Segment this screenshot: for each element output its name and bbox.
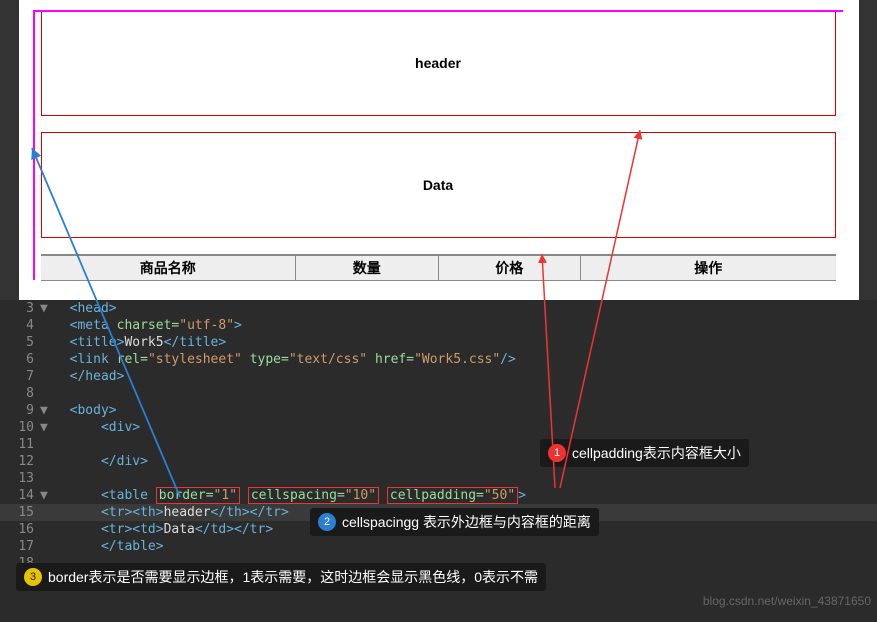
attr-cellpadding-box: cellpadding="50" xyxy=(387,487,518,504)
fold-icon[interactable]: ▼ xyxy=(40,300,54,317)
annotation-3: 3 border表示是否需要显示边框，1表示需要，这时边框会显示黑色线，0表示不… xyxy=(16,563,546,591)
columns-row: 商品名称 数量 价格 操作 xyxy=(41,254,836,281)
highlight-left xyxy=(33,10,35,280)
watermark: blog.csdn.net/weixin_43871650 xyxy=(703,594,871,608)
annotation-1: 1 cellpadding表示内容框大小 xyxy=(540,439,749,467)
col-name: 商品名称 xyxy=(41,256,297,280)
col-qty: 数量 xyxy=(296,256,438,280)
fold-icon[interactable]: ▼ xyxy=(40,487,54,504)
badge-3-icon: 3 xyxy=(24,568,42,586)
highlight-top xyxy=(33,10,843,12)
col-price: 价格 xyxy=(439,256,581,280)
badge-2-icon: 2 xyxy=(318,513,336,531)
col-action: 操作 xyxy=(581,256,836,280)
annotation-2: 2 cellspacingg 表示外边框与内容框的距离 xyxy=(310,508,599,536)
badge-1-icon: 1 xyxy=(548,444,566,462)
fold-icon[interactable]: ▼ xyxy=(40,402,54,419)
attr-cellspacing-box: cellspacing="10" xyxy=(248,487,379,504)
attr-border-box: border="1" xyxy=(156,487,240,504)
table-header-cell: header xyxy=(41,10,836,116)
fold-icon[interactable]: ▼ xyxy=(40,419,54,436)
rendered-preview: header Data 商品名称 数量 价格 操作 xyxy=(19,0,859,300)
table-data-cell: Data xyxy=(41,132,836,238)
